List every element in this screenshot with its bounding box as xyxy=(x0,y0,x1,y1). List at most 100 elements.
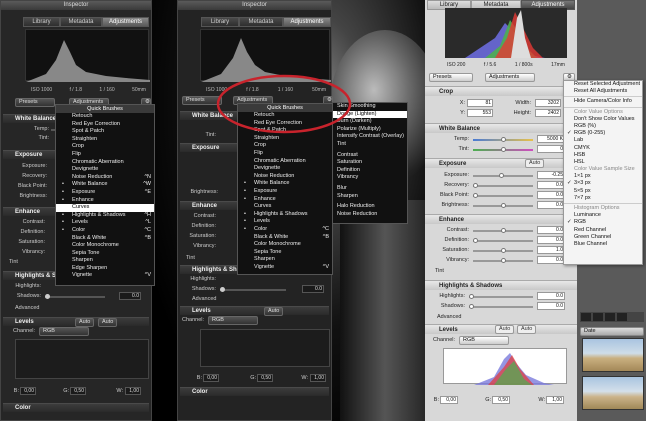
middle-menu-item-exposure[interactable]: • Exposure xyxy=(238,188,332,196)
right-menu-item-don-t-show-color-values[interactable]: Don't Show Color Values xyxy=(564,116,642,123)
middle-w-value[interactable]: 1,00 xyxy=(310,374,326,382)
right-vibrancy-slider[interactable] xyxy=(473,258,533,263)
left-menu-item-highlights-shadows[interactable]: • Highlights & Shadows ^H xyxy=(56,212,154,220)
right-sec-crop[interactable]: Crop xyxy=(425,86,577,96)
right-sec-enhance[interactable]: Enhance xyxy=(425,214,577,224)
middle-menu-item-enhance[interactable]: • Enhance xyxy=(238,196,332,204)
middle-g-value[interactable]: 0,50 xyxy=(257,374,273,382)
right-menu-item-reset-all-adjustments[interactable]: Reset All Adjustments xyxy=(564,88,642,95)
submenu-item-blur[interactable]: Blur xyxy=(333,185,407,193)
right-sec-hs[interactable]: Highlights & Shadows xyxy=(425,280,577,290)
left-menu-item-white-balance[interactable]: • White Balance ^W xyxy=(56,181,154,189)
right-menu-item-rgb[interactable]: ✓ RGB xyxy=(564,219,642,226)
left-menu-item-enhance[interactable]: • Enhance xyxy=(56,197,154,205)
right-recovery-value[interactable]: 0.0 xyxy=(537,181,565,189)
left-menu-item-retouch[interactable]: Retouch xyxy=(56,113,154,121)
right-saturation-slider[interactable] xyxy=(473,248,533,253)
middle-shadows-value[interactable]: 0.0 xyxy=(302,285,324,293)
right-black-slider[interactable] xyxy=(473,193,533,198)
right-shadows-value[interactable]: 0.0 xyxy=(537,302,565,310)
right-menu-item-green-channel[interactable]: Green Channel xyxy=(564,234,642,241)
right-brightness-value[interactable]: 0.0 xyxy=(537,201,565,209)
middle-menu-item-chromatic-aberration[interactable]: Chromatic Aberration xyxy=(238,158,332,166)
right-exposure-slider[interactable] xyxy=(473,173,533,178)
middle-tab-library[interactable]: Library xyxy=(201,17,239,27)
left-menu-header[interactable]: Quick Brushes xyxy=(56,105,154,113)
middle-levels-auto[interactable]: Auto xyxy=(264,307,284,316)
left-menu-item-straighten[interactable]: Straighten xyxy=(56,136,154,144)
right-temp-value[interactable]: 5000 K xyxy=(537,135,565,143)
right-shadows-slider[interactable] xyxy=(469,304,533,309)
right-tint-slider[interactable] xyxy=(473,147,533,152)
right-w-value[interactable]: 1,00 xyxy=(546,396,564,404)
submenu-item-contrast[interactable]: Contrast xyxy=(333,152,407,160)
left-sec-color[interactable]: Color xyxy=(3,403,149,412)
right-highlights-slider[interactable] xyxy=(469,294,533,299)
middle-menu-item-sepia-tone[interactable]: Sepia Tone xyxy=(238,249,332,257)
left-presets-button[interactable]: Presets xyxy=(15,98,55,107)
browser-icon-3[interactable] xyxy=(605,313,615,321)
middle-menu-item-curves[interactable]: Curves xyxy=(238,203,332,211)
left-menu-item-color[interactable]: • Color ^C xyxy=(56,227,154,235)
browser-icon-4[interactable] xyxy=(617,313,627,321)
middle-channel-select[interactable]: RGB xyxy=(208,316,258,325)
right-menu-item-1-1-px[interactable]: 1×1 px xyxy=(564,173,642,180)
right-menu-item-hsb[interactable]: HSB xyxy=(564,152,642,159)
right-menu-item-red-channel[interactable]: Red Channel xyxy=(564,227,642,234)
right-tint-value[interactable]: 0 xyxy=(537,145,565,153)
right-definition-value[interactable]: 0.0 xyxy=(537,236,565,244)
right-channel-select[interactable]: RGB xyxy=(459,336,509,345)
right-g-value[interactable]: 0,50 xyxy=(492,396,510,404)
left-tab-library[interactable]: Library xyxy=(23,17,60,27)
left-shadows-value[interactable]: 0.0 xyxy=(119,292,141,300)
browser-date-select[interactable]: Date xyxy=(580,327,644,336)
right-menu-item-luminance[interactable]: Luminance xyxy=(564,212,642,219)
middle-menu-item-vignette[interactable]: Vignette ^V xyxy=(238,264,332,272)
right-levels-auto2[interactable]: Auto xyxy=(517,325,537,334)
left-menu-item-crop[interactable]: Crop xyxy=(56,143,154,151)
right-tint-toggle[interactable]: Tint xyxy=(435,268,465,274)
right-x-value[interactable]: 81 xyxy=(467,99,493,107)
middle-tab-metadata[interactable]: Metadata xyxy=(239,17,283,27)
middle-advanced-toggle[interactable]: Advanced xyxy=(192,296,232,302)
right-sec-wb[interactable]: White Balance xyxy=(425,123,577,133)
left-menu-item-chromatic-aberration[interactable]: Chromatic Aberration xyxy=(56,159,154,167)
right-advanced-toggle[interactable]: Advanced xyxy=(437,314,477,320)
middle-sec-color[interactable]: Color xyxy=(180,387,329,396)
left-levels-auto2[interactable]: Auto xyxy=(98,318,118,327)
left-menu-item-devignette[interactable]: Devignette xyxy=(56,166,154,174)
right-b-value[interactable]: 0,00 xyxy=(440,396,458,404)
right-definition-slider[interactable] xyxy=(473,238,533,243)
middle-shadows-slider[interactable] xyxy=(220,287,286,292)
browser-icon-1[interactable] xyxy=(581,313,591,321)
right-exposure-auto[interactable]: Auto xyxy=(525,159,545,168)
left-w-value[interactable]: 1,00 xyxy=(125,387,141,395)
browser-icon-2[interactable] xyxy=(593,313,603,321)
middle-menu-item-devignette[interactable]: Devignette xyxy=(238,165,332,173)
left-b-value[interactable]: 0,00 xyxy=(20,387,36,395)
browser-thumb-1[interactable] xyxy=(582,338,644,372)
left-menu-item-vignette[interactable]: Vignette ^V xyxy=(56,272,154,280)
left-menu-item-flip[interactable]: Flip xyxy=(56,151,154,159)
middle-menu-item-highlights-shadows[interactable]: • Highlights & Shadows xyxy=(238,211,332,219)
right-menu-item-7-7-px[interactable]: 7×7 px xyxy=(564,195,642,202)
right-levels-auto1[interactable]: Auto xyxy=(495,325,515,334)
middle-tint-toggle[interactable]: Tint xyxy=(186,255,206,261)
right-contrast-value[interactable]: 0.0 xyxy=(537,226,565,234)
left-menu-item-red-eye-correction[interactable]: Red Eye Correction xyxy=(56,121,154,129)
right-black-value[interactable]: 0.0 xyxy=(537,191,565,199)
left-menu-item-exposure[interactable]: • Exposure ^E xyxy=(56,189,154,197)
right-brightness-slider[interactable] xyxy=(473,203,533,208)
right-sec-exposure[interactable]: Exposure xyxy=(425,158,577,168)
middle-menu-item-flip[interactable]: Flip xyxy=(238,150,332,158)
middle-menu-item-color-monochrome[interactable]: Color Monochrome xyxy=(238,241,332,249)
right-menu-item-reset-selected-adjustment[interactable]: Reset Selected Adjustment xyxy=(564,81,642,88)
submenu-item-vibrancy[interactable]: Vibrancy xyxy=(333,174,407,182)
left-g-value[interactable]: 0,50 xyxy=(70,387,86,395)
middle-menu-item-black-white[interactable]: Black & White ^B xyxy=(238,234,332,242)
left-menu-item-noise-reduction[interactable]: Noise Reduction ^N xyxy=(56,174,154,182)
submenu-item-tint[interactable]: Tint xyxy=(333,141,407,149)
left-tab-adjustments[interactable]: Adjustments xyxy=(102,17,149,27)
right-vibrancy-value[interactable]: 0.0 xyxy=(537,256,565,264)
right-temp-slider[interactable] xyxy=(473,137,533,142)
